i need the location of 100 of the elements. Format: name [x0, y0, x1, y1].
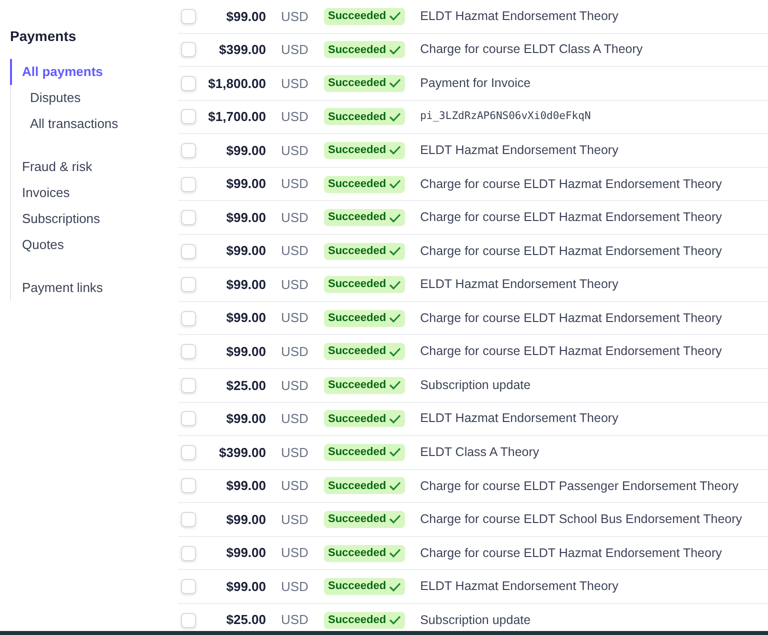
- currency: USD: [281, 376, 309, 395]
- currency: USD: [281, 8, 309, 26]
- status-badge: Succeeded: [324, 276, 406, 294]
- check-icon: [389, 582, 402, 592]
- row-checkbox[interactable]: [181, 612, 196, 628]
- payment-description: ELDT Hazmat Endorsement Theory: [420, 410, 618, 428]
- check-icon: [389, 313, 402, 324]
- currency: USD: [281, 510, 309, 529]
- status-badge: Succeeded: [324, 343, 406, 360]
- row-checkbox[interactable]: [181, 109, 196, 124]
- row-checkbox[interactable]: [181, 277, 196, 292]
- status-badge: Succeeded: [324, 376, 406, 394]
- status-badge: Succeeded: [324, 242, 406, 260]
- status-badge: Succeeded: [324, 612, 406, 629]
- sidebar-item[interactable]: Invoices: [10, 180, 178, 206]
- currency: USD: [281, 444, 309, 462]
- sidebar-item[interactable]: Subscriptions: [10, 206, 178, 232]
- payment-description: Charge for course ELDT Hazmat Endorsement Theory: [420, 544, 722, 562]
- row-checkbox[interactable]: [181, 210, 196, 226]
- currency: USD: [281, 477, 309, 496]
- check-icon: [389, 280, 402, 290]
- payment-description: Charge for course ELDT Class A Theory: [420, 41, 643, 58]
- amount: $99.00: [225, 242, 266, 260]
- row-checkbox[interactable]: [181, 76, 196, 91]
- row-checkbox[interactable]: [181, 579, 196, 594]
- payment-description: Charge for course ELDT Hazmat Endorsement Theory: [420, 176, 722, 193]
- check-icon: [389, 112, 402, 122]
- sidebar-item[interactable]: Quotes: [10, 232, 178, 258]
- check-icon: [389, 212, 402, 223]
- amount: $399.00: [218, 41, 266, 60]
- amount: $25.00: [225, 611, 266, 630]
- sidebar-item[interactable]: All payments: [10, 59, 178, 85]
- currency: USD: [281, 74, 309, 93]
- check-icon: [389, 380, 402, 390]
- row-checkbox[interactable]: [181, 176, 196, 192]
- currency: USD: [281, 611, 309, 630]
- payment-description: Subscription update: [420, 376, 531, 394]
- check-icon: [389, 414, 402, 424]
- payment-description: Subscription update: [420, 612, 531, 629]
- row-checkbox[interactable]: [181, 546, 196, 561]
- payment-description: ELDT Hazmat Endorsement Theory: [420, 578, 618, 596]
- payment-description: Charge for course ELDT Hazmat Endorsement Theory: [420, 209, 722, 226]
- sidebar-title: Payments: [10, 27, 78, 46]
- currency: USD: [281, 208, 309, 227]
- amount: $99.00: [225, 208, 266, 227]
- payment-description: ELDT Hazmat Endorsement Theory: [420, 8, 618, 25]
- amount: $1,700.00: [207, 108, 266, 126]
- currency: USD: [281, 410, 309, 428]
- amount: $99.00: [225, 477, 266, 496]
- amount: $99.00: [225, 276, 266, 294]
- row-checkbox[interactable]: [181, 8, 196, 24]
- row-checkbox[interactable]: [181, 411, 196, 426]
- sidebar-item[interactable]: Payment links: [10, 275, 178, 301]
- sidebar-item[interactable]: Disputes: [10, 85, 178, 111]
- status-badge: Succeeded: [324, 444, 406, 461]
- amount: $99.00: [225, 142, 266, 160]
- status-badge: Succeeded: [324, 142, 406, 159]
- amount: $99.00: [225, 8, 266, 26]
- status-badge: Succeeded: [324, 108, 406, 126]
- amount: $99.00: [225, 578, 266, 596]
- amount: $399.00: [218, 444, 266, 462]
- payment-description: Charge for course ELDT Hazmat Endorsement Theory: [420, 242, 722, 260]
- payment-description: pi_3LZdRzAP6NS06vXi0d0eFkqN: [420, 109, 591, 124]
- row-checkbox[interactable]: [181, 344, 196, 360]
- currency: USD: [281, 544, 309, 562]
- payment-description: Charge for course ELDT Hazmat Endorsement Theory: [420, 343, 722, 360]
- check-icon: [389, 480, 402, 491]
- currency: USD: [281, 108, 309, 126]
- check-icon: [389, 44, 402, 55]
- payment-description: ELDT Class A Theory: [420, 444, 540, 461]
- status-badge: Succeeded: [324, 74, 406, 92]
- sidebar-item[interactable]: Fraud & risk: [10, 154, 178, 180]
- row-checkbox[interactable]: [181, 378, 196, 393]
- check-icon: [389, 346, 402, 357]
- check-icon: [389, 246, 402, 256]
- status-badge: Succeeded: [324, 410, 406, 428]
- row-checkbox[interactable]: [181, 444, 196, 460]
- row-checkbox[interactable]: [181, 310, 196, 326]
- amount: $1,800.00: [207, 74, 266, 93]
- status-badge: Succeeded: [324, 209, 406, 226]
- row-checkbox[interactable]: [181, 142, 196, 158]
- check-icon: [389, 78, 402, 88]
- sidebar-item[interactable]: All transactions: [10, 111, 178, 137]
- row-checkbox[interactable]: [181, 244, 196, 259]
- payment-description: ELDT Hazmat Endorsement Theory: [420, 276, 618, 294]
- check-icon: [389, 11, 402, 22]
- row-checkbox[interactable]: [181, 42, 196, 58]
- currency: USD: [281, 41, 309, 60]
- currency: USD: [281, 342, 309, 361]
- currency: USD: [281, 578, 309, 596]
- currency: USD: [281, 276, 309, 294]
- amount: $99.00: [225, 510, 266, 529]
- row-checkbox[interactable]: [181, 512, 196, 527]
- amount: $99.00: [225, 410, 266, 428]
- status-badge: Succeeded: [324, 176, 406, 192]
- status-badge: Succeeded: [324, 41, 406, 58]
- status-badge: Succeeded: [324, 310, 406, 327]
- currency: USD: [281, 142, 309, 160]
- row-checkbox[interactable]: [181, 478, 196, 494]
- check-icon: [389, 179, 402, 189]
